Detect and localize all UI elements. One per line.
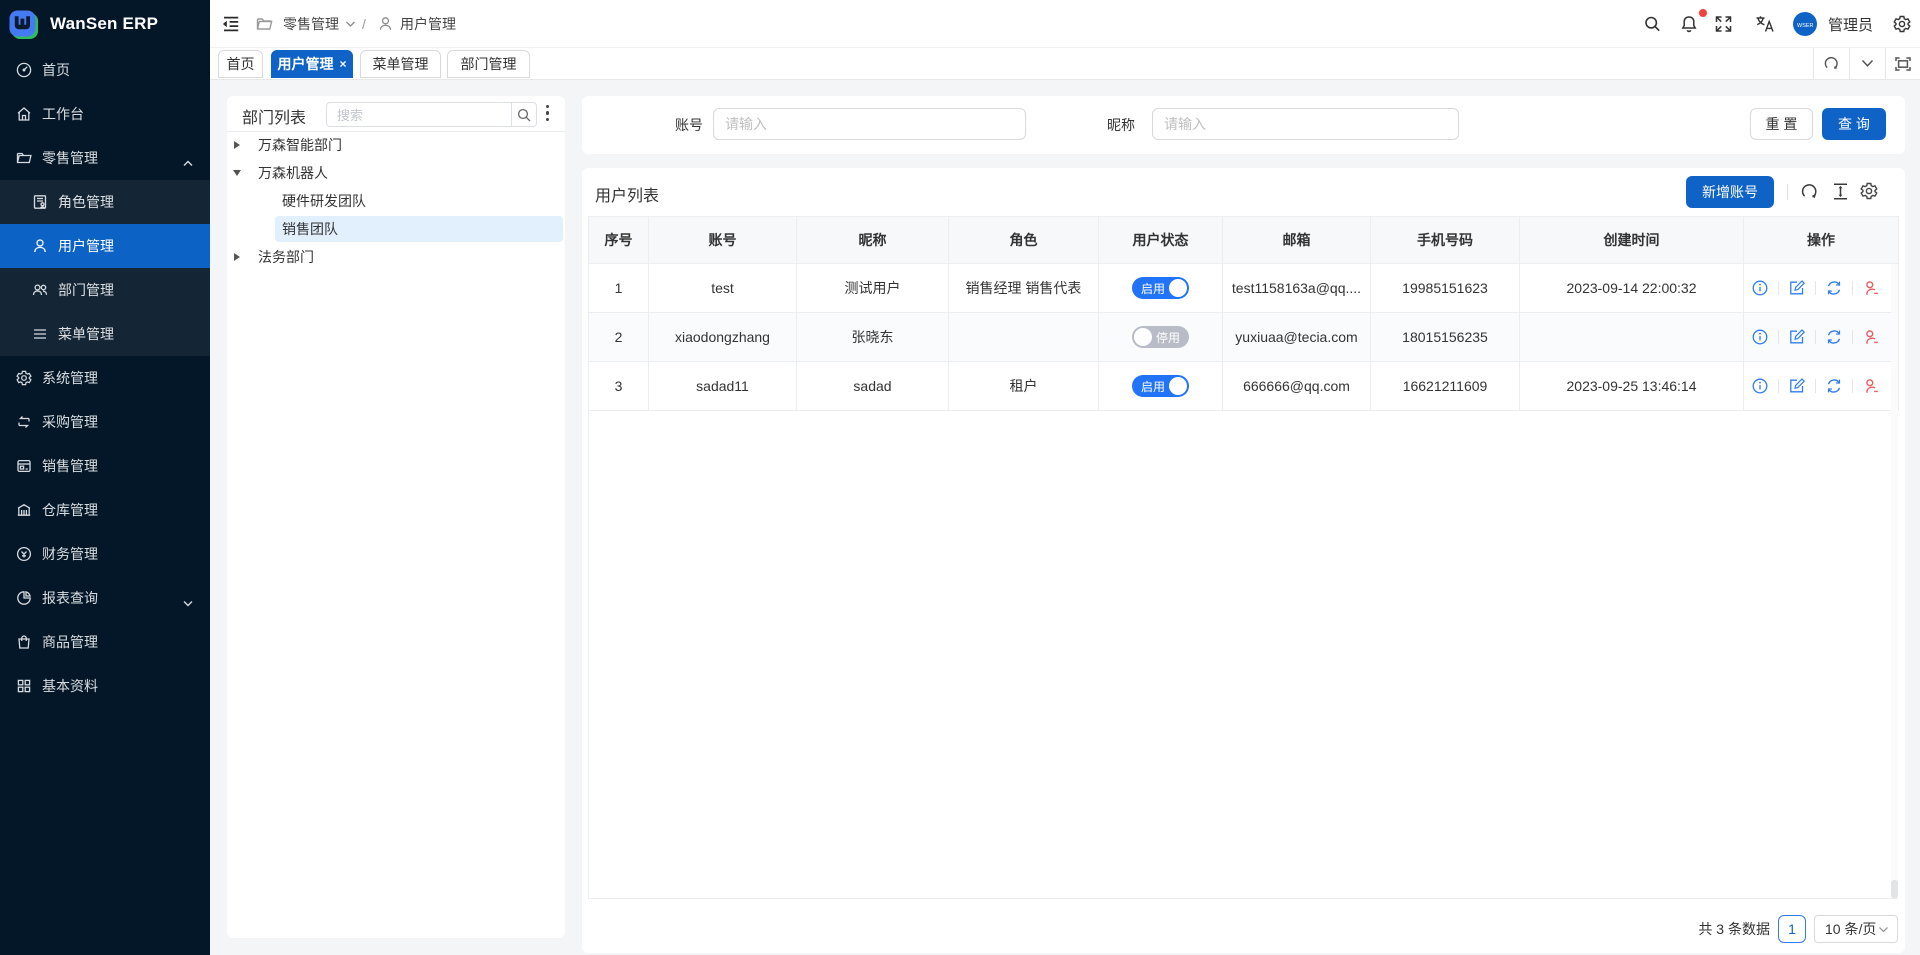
svg-text:WSERP: WSERP	[1797, 23, 1813, 29]
